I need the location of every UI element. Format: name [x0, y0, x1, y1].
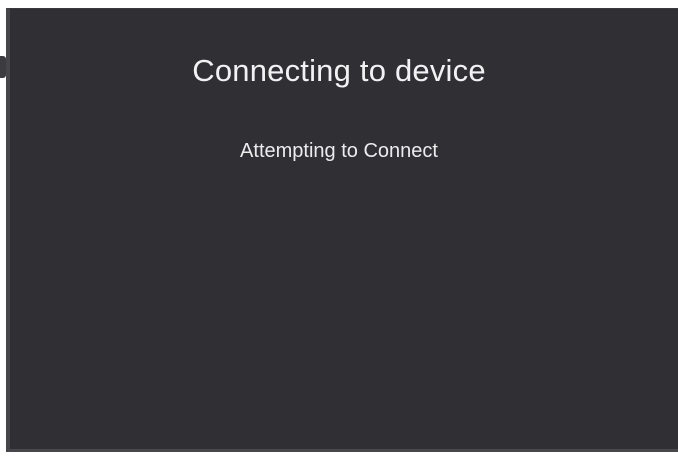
dialog-title: Connecting to device: [192, 53, 486, 88]
connection-status-text: Attempting to Connect: [240, 140, 438, 162]
screen: Connecting to device Attempting to Conne…: [0, 0, 678, 458]
connection-dialog: Connecting to device Attempting to Conne…: [6, 8, 678, 452]
